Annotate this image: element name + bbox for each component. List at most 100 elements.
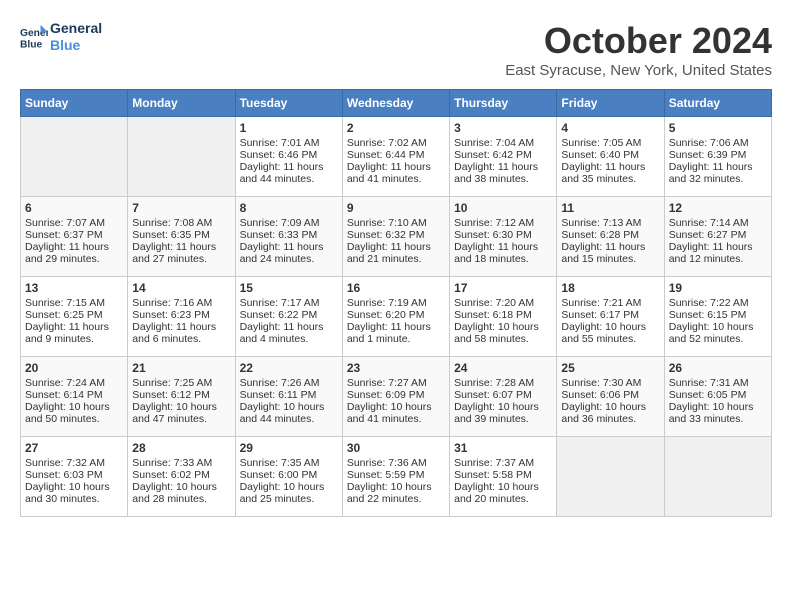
calendar-week-row: 1Sunrise: 7:01 AMSunset: 6:46 PMDaylight… xyxy=(21,117,772,197)
day-number: 27 xyxy=(25,441,123,455)
calendar-cell: 22Sunrise: 7:26 AMSunset: 6:11 PMDayligh… xyxy=(235,357,342,437)
day-info: Sunrise: 7:36 AM xyxy=(347,457,445,469)
day-info: Daylight: 10 hours and 39 minutes. xyxy=(454,401,552,425)
calendar-cell: 29Sunrise: 7:35 AMSunset: 6:00 PMDayligh… xyxy=(235,437,342,517)
day-info: Sunset: 6:44 PM xyxy=(347,149,445,161)
day-number: 7 xyxy=(132,201,230,215)
day-info: Sunrise: 7:06 AM xyxy=(669,137,767,149)
day-number: 19 xyxy=(669,281,767,295)
calendar-week-row: 27 Sunrise: 7:32 AMSunset: 6:03 PM Dayligh… xyxy=(21,437,772,517)
day-info: Sunrise: 7:12 AM xyxy=(454,217,552,229)
day-info: Sunset: 6:35 PM xyxy=(132,229,230,241)
day-info: Daylight: 10 hours and 28 minutes. xyxy=(132,481,230,505)
day-header-tuesday: Tuesday xyxy=(235,90,342,117)
day-info: Sunrise: 7:01 AM xyxy=(240,137,338,149)
day-info: Sunset: 6:25 PM xyxy=(25,309,123,321)
calendar-cell: 11Sunrise: 7:13 AMSunset: 6:28 PMDayligh… xyxy=(557,197,664,277)
day-number: 10 xyxy=(454,201,552,215)
day-info: Sunset: 6:02 PM xyxy=(132,469,230,481)
day-info: Daylight: 11 hours and 12 minutes. xyxy=(669,241,767,265)
calendar-cell: 21Sunrise: 7:25 AMSunset: 6:12 PMDayligh… xyxy=(128,357,235,437)
day-info: Sunrise: 7:37 AM xyxy=(454,457,552,469)
day-info: Daylight: 10 hours and 44 minutes. xyxy=(240,401,338,425)
svg-text:Blue: Blue xyxy=(20,39,43,50)
day-info: Sunrise: 7:13 AM xyxy=(561,217,659,229)
calendar-cell: 2Sunrise: 7:02 AMSunset: 6:44 PMDaylight… xyxy=(342,117,449,197)
day-number: 23 xyxy=(347,361,445,375)
day-info: Sunrise: 7:32 AM xyxy=(25,457,123,469)
calendar-cell: 13Sunrise: 7:15 AMSunset: 6:25 PMDayligh… xyxy=(21,277,128,357)
day-info: Sunrise: 7:15 AM xyxy=(25,297,123,309)
day-number: 3 xyxy=(454,121,552,135)
calendar-week-row: 20Sunrise: 7:24 AMSunset: 6:14 PMDayligh… xyxy=(21,357,772,437)
day-number: 16 xyxy=(347,281,445,295)
calendar-cell: 6Sunrise: 7:07 AMSunset: 6:37 PMDaylight… xyxy=(21,197,128,277)
day-info: Sunset: 6:14 PM xyxy=(25,389,123,401)
day-header-thursday: Thursday xyxy=(450,90,557,117)
day-info: Sunset: 6:11 PM xyxy=(240,389,338,401)
calendar-body: 1Sunrise: 7:01 AMSunset: 6:46 PMDaylight… xyxy=(21,117,772,517)
day-info: Daylight: 10 hours and 47 minutes. xyxy=(132,401,230,425)
day-info: Daylight: 11 hours and 41 minutes. xyxy=(347,161,445,185)
day-number: 22 xyxy=(240,361,338,375)
day-info: Sunrise: 7:30 AM xyxy=(561,377,659,389)
day-info: Sunrise: 7:04 AM xyxy=(454,137,552,149)
day-header-friday: Friday xyxy=(557,90,664,117)
calendar-cell: 1Sunrise: 7:01 AMSunset: 6:46 PMDaylight… xyxy=(235,117,342,197)
day-info: Sunrise: 7:09 AM xyxy=(240,217,338,229)
day-number: 28 xyxy=(132,441,230,455)
title-section: October 2024 East Syracuse, New York, Un… xyxy=(505,20,772,79)
calendar-cell: 12Sunrise: 7:14 AMSunset: 6:27 PMDayligh… xyxy=(664,197,771,277)
day-info: Sunset: 6:42 PM xyxy=(454,149,552,161)
day-info: Sunrise: 7:10 AM xyxy=(347,217,445,229)
page-header: General Blue General Blue October 2024 E… xyxy=(20,20,772,79)
day-info: Daylight: 10 hours and 58 minutes. xyxy=(454,321,552,345)
calendar-table: SundayMondayTuesdayWednesdayThursdayFrid… xyxy=(20,89,772,517)
calendar-cell xyxy=(664,437,771,517)
day-info: Sunrise: 7:27 AM xyxy=(347,377,445,389)
calendar-cell: 10Sunrise: 7:12 AMSunset: 6:30 PMDayligh… xyxy=(450,197,557,277)
day-number: 20 xyxy=(25,361,123,375)
calendar-cell: 15Sunrise: 7:17 AMSunset: 6:22 PMDayligh… xyxy=(235,277,342,357)
calendar-cell: 25Sunrise: 7:30 AMSunset: 6:06 PMDayligh… xyxy=(557,357,664,437)
day-info: Daylight: 10 hours and 36 minutes. xyxy=(561,401,659,425)
day-number: 8 xyxy=(240,201,338,215)
calendar-cell: 20Sunrise: 7:24 AMSunset: 6:14 PMDayligh… xyxy=(21,357,128,437)
day-info: Sunset: 6:00 PM xyxy=(240,469,338,481)
day-info: Sunrise: 7:35 AM xyxy=(240,457,338,469)
day-number: 15 xyxy=(240,281,338,295)
logo-icon: General Blue xyxy=(20,23,48,51)
day-info: Sunrise: 7:02 AM xyxy=(347,137,445,149)
day-info: Sunset: 6:30 PM xyxy=(454,229,552,241)
calendar-cell: 17Sunrise: 7:20 AMSunset: 6:18 PMDayligh… xyxy=(450,277,557,357)
day-info: Daylight: 10 hours and 41 minutes. xyxy=(347,401,445,425)
calendar-cell xyxy=(21,117,128,197)
day-info: Sunset: 6:03 PM xyxy=(25,469,123,481)
day-info: Sunrise: 7:14 AM xyxy=(669,217,767,229)
day-info: Sunset: 6:15 PM xyxy=(669,309,767,321)
day-info: Sunset: 6:39 PM xyxy=(669,149,767,161)
day-number: 18 xyxy=(561,281,659,295)
day-info: Sunrise: 7:21 AM xyxy=(561,297,659,309)
day-info: Daylight: 11 hours and 27 minutes. xyxy=(132,241,230,265)
calendar-header-row: SundayMondayTuesdayWednesdayThursdayFrid… xyxy=(21,90,772,117)
day-info: Daylight: 11 hours and 32 minutes. xyxy=(669,161,767,185)
day-info: Daylight: 10 hours and 55 minutes. xyxy=(561,321,659,345)
day-info: Daylight: 10 hours and 25 minutes. xyxy=(240,481,338,505)
day-header-saturday: Saturday xyxy=(664,90,771,117)
day-info: Sunrise: 7:20 AM xyxy=(454,297,552,309)
day-info: Sunrise: 7:08 AM xyxy=(132,217,230,229)
day-info: Sunset: 6:20 PM xyxy=(347,309,445,321)
day-info: Sunrise: 7:17 AM xyxy=(240,297,338,309)
calendar-cell: 26Sunrise: 7:31 AMSunset: 6:05 PMDayligh… xyxy=(664,357,771,437)
day-info: Daylight: 10 hours and 52 minutes. xyxy=(669,321,767,345)
calendar-cell: 31Sunrise: 7:37 AMSunset: 5:58 PMDayligh… xyxy=(450,437,557,517)
day-info: Sunrise: 7:07 AM xyxy=(25,217,123,229)
day-number: 24 xyxy=(454,361,552,375)
calendar-cell: 7 Sunrise: 7:08 AMSunset: 6:35 PMDaylight… xyxy=(128,197,235,277)
calendar-cell: 16Sunrise: 7:19 AMSunset: 6:20 PMDayligh… xyxy=(342,277,449,357)
day-info: Daylight: 11 hours and 9 minutes. xyxy=(25,321,123,345)
day-info: Daylight: 11 hours and 6 minutes. xyxy=(132,321,230,345)
day-number: 4 xyxy=(561,121,659,135)
calendar-cell: 19Sunrise: 7:22 AMSunset: 6:15 PMDayligh… xyxy=(664,277,771,357)
